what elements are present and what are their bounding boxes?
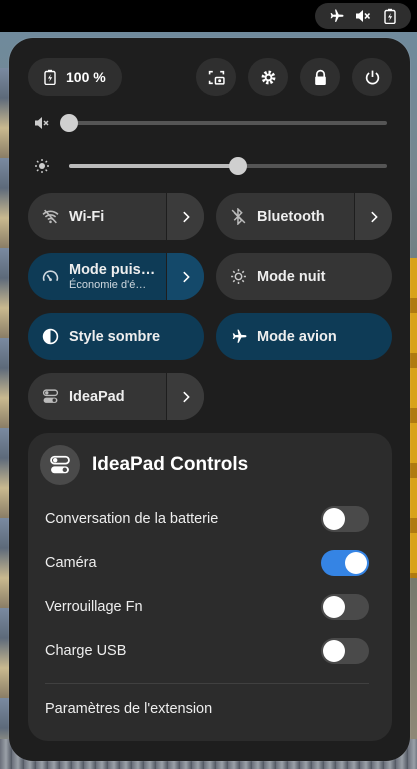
fn-lock-row[interactable]: Verrouillage Fn: [45, 593, 369, 621]
usb-charging-label: Charge USB: [45, 643, 127, 659]
bluetooth-disabled-icon: [231, 208, 246, 225]
power-mode-toggle[interactable]: Mode puis… Économie d'é…: [28, 253, 204, 300]
speedometer-icon: [42, 270, 59, 282]
menu-separator: [45, 683, 369, 684]
battery-charging-icon: [44, 69, 56, 85]
volume-slider-handle[interactable]: [60, 114, 78, 132]
dark-style-icon: [42, 328, 59, 345]
fn-lock-switch[interactable]: [321, 594, 369, 620]
brightness-icon: [33, 157, 51, 175]
wifi-disabled-icon: [42, 209, 59, 224]
battery-charging-icon: [383, 8, 396, 24]
speaker-muted-icon[interactable]: [33, 114, 51, 132]
toggles-icon: [42, 389, 59, 403]
power-mode-toggle-main[interactable]: Mode puis… Économie d'é…: [28, 253, 166, 300]
battery-button[interactable]: 100 %: [28, 58, 122, 96]
battery-conservation-row[interactable]: Conversation de la batterie: [45, 505, 369, 533]
power-mode-menu-button[interactable]: [166, 253, 204, 300]
lock-icon: [314, 69, 326, 85]
dark-style-toggle[interactable]: Style sombre: [28, 313, 204, 360]
power-mode-sublabel: Économie d'é…: [69, 279, 147, 291]
airplane-mode-label: Mode avion: [257, 328, 337, 345]
quick-settings-panel: 100 % Wi-Fi Bluetooth Mode puis… Économi…: [9, 38, 410, 761]
battery-percentage: 100 %: [66, 69, 106, 85]
chevron-right-icon: [182, 271, 190, 282]
bluetooth-label: Bluetooth: [257, 208, 325, 225]
switch-knob: [345, 552, 367, 574]
speaker-muted-icon: [355, 10, 371, 22]
chevron-right-icon: [182, 211, 190, 222]
ideapad-menu-button[interactable]: [166, 373, 204, 420]
lock-button[interactable]: [300, 58, 340, 96]
ideapad-toggle[interactable]: IdeaPad: [28, 373, 204, 420]
dark-style-toggle-main[interactable]: Style sombre: [28, 313, 204, 360]
wifi-menu-button[interactable]: [166, 193, 204, 240]
brightness-slider-row: [33, 156, 387, 176]
airplane-icon: [330, 9, 344, 22]
fn-lock-label: Verrouillage Fn: [45, 599, 143, 615]
dark-style-label: Style sombre: [69, 328, 161, 345]
night-mode-toggle-main[interactable]: Mode nuit: [216, 253, 392, 300]
switch-knob: [323, 640, 345, 662]
camera-label: Caméra: [45, 555, 97, 571]
volume-slider-row: [33, 113, 387, 133]
top-bar: [0, 0, 417, 32]
brightness-slider[interactable]: [69, 157, 387, 175]
camera-switch[interactable]: [321, 550, 369, 576]
wifi-toggle-main[interactable]: Wi-Fi: [28, 193, 166, 240]
chevron-right-icon: [182, 391, 190, 402]
power-mode-label: Mode puis…: [69, 262, 156, 278]
airplane-mode-toggle-main[interactable]: Mode avion: [216, 313, 392, 360]
settings-button[interactable]: [248, 58, 288, 96]
switch-knob: [323, 596, 345, 618]
night-light-icon: [231, 269, 246, 284]
ideapad-controls-menu: IdeaPad Controls Conversation de la batt…: [28, 433, 392, 741]
ideapad-controls-title: IdeaPad Controls: [92, 454, 249, 475]
battery-conservation-switch[interactable]: [321, 506, 369, 532]
ideapad-toggle-main[interactable]: IdeaPad: [28, 373, 166, 420]
battery-conservation-label: Conversation de la batterie: [45, 511, 219, 527]
ideapad-label: IdeaPad: [69, 388, 125, 405]
bluetooth-toggle-main[interactable]: Bluetooth: [216, 193, 354, 240]
system-status-area[interactable]: [315, 3, 411, 29]
toggles-icon: [50, 455, 70, 474]
wifi-label: Wi-Fi: [69, 208, 105, 225]
ideapad-controls-icon-wrap: [40, 445, 80, 485]
night-mode-toggle[interactable]: Mode nuit: [216, 253, 392, 300]
airplane-mode-toggle[interactable]: Mode avion: [216, 313, 392, 360]
switch-knob: [323, 508, 345, 530]
night-mode-label: Mode nuit: [257, 268, 326, 285]
ideapad-controls-header: IdeaPad Controls: [40, 445, 248, 485]
screenshot-icon: [208, 70, 225, 85]
volume-slider[interactable]: [60, 114, 387, 132]
extension-settings-item[interactable]: Paramètres de l'extension: [45, 701, 212, 717]
camera-row[interactable]: Caméra: [45, 549, 369, 577]
brightness-slider-handle[interactable]: [228, 157, 247, 175]
bluetooth-toggle[interactable]: Bluetooth: [216, 193, 392, 240]
airplane-icon: [232, 329, 247, 343]
screenshot-button[interactable]: [196, 58, 236, 96]
power-button[interactable]: [352, 58, 392, 96]
brightness-slider-fill: [69, 164, 238, 168]
power-icon: [365, 70, 379, 84]
settings-icon: [261, 70, 275, 84]
chevron-right-icon: [370, 211, 378, 222]
usb-charging-row[interactable]: Charge USB: [45, 637, 369, 665]
wifi-toggle[interactable]: Wi-Fi: [28, 193, 204, 240]
usb-charging-switch[interactable]: [321, 638, 369, 664]
bluetooth-menu-button[interactable]: [354, 193, 392, 240]
